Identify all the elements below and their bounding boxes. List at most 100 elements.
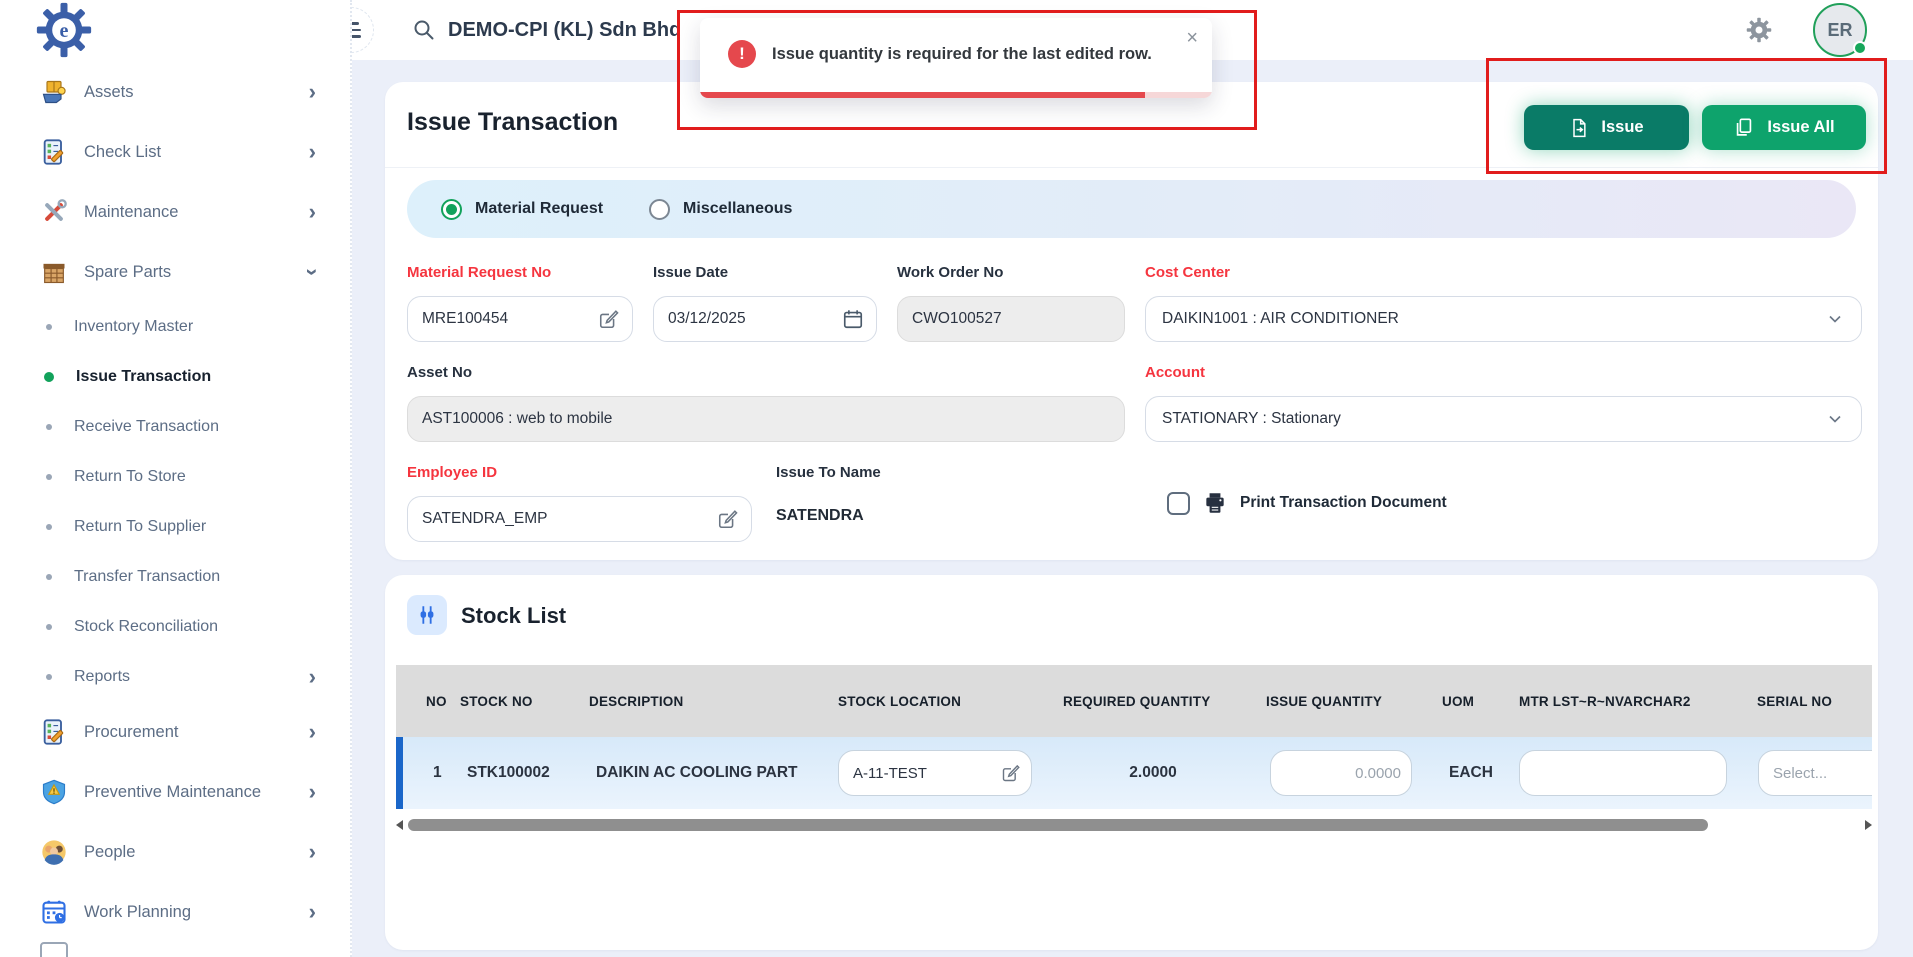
issue-all-copy-icon xyxy=(1733,117,1755,139)
sidebar-item-return-to-supplier[interactable]: Return To Supplier xyxy=(0,502,350,552)
mtr-lst-input[interactable] xyxy=(1534,765,1716,782)
employee-id-field xyxy=(407,496,752,542)
sidebar-item-inventory-master[interactable]: Inventory Master xyxy=(0,302,350,352)
app-root: e Assets › Check List › xyxy=(0,0,1913,957)
issue-date-input[interactable] xyxy=(668,310,836,328)
cost-center-select[interactable]: DAIKIN1001 : AIR CONDITIONER xyxy=(1145,296,1862,342)
radio-label: Miscellaneous xyxy=(683,200,792,218)
avatar-initials: ER xyxy=(1827,20,1852,41)
chevron-right-icon: › xyxy=(309,141,316,163)
scroll-right-arrow-icon[interactable] xyxy=(1865,820,1872,830)
spare-parts-icon xyxy=(38,256,70,288)
print-doc-checkbox[interactable] xyxy=(1167,492,1190,515)
employee-id-input[interactable] xyxy=(422,510,711,528)
edit-icon[interactable] xyxy=(598,308,620,330)
sidebar-item-assets[interactable]: Assets › xyxy=(0,62,350,122)
stock-location-input[interactable] xyxy=(853,765,1001,782)
serial-no-select-input[interactable] xyxy=(1773,765,1872,782)
stock-table-row[interactable]: 1 STK100002 DAIKIN AC COOLING PART 2.000… xyxy=(396,737,1872,809)
issue-date-field xyxy=(653,296,877,342)
material-request-no-input[interactable] xyxy=(422,310,592,328)
stock-table-header: NO STOCK NO DESCRIPTION STOCK LOCATION R… xyxy=(396,665,1872,737)
sidebar-item-return-to-store[interactable]: Return To Store xyxy=(0,452,350,502)
gear-logo-icon: e xyxy=(36,2,92,58)
material-request-no-field xyxy=(407,296,633,342)
sidebar: e Assets › Check List › xyxy=(0,0,352,957)
stock-list-card: Stock List NO STOCK NO DESCRIPTION STOCK… xyxy=(385,575,1878,950)
sidebar-item-check-list[interactable]: Check List › xyxy=(0,122,350,182)
procurement-icon xyxy=(38,716,70,748)
active-bullet-icon xyxy=(44,372,54,382)
issue-quantity-input[interactable] xyxy=(1285,765,1401,782)
chevron-down-icon xyxy=(1825,409,1845,429)
stock-location-field xyxy=(838,750,1032,796)
account-select[interactable]: STATIONARY : Stationary xyxy=(1145,396,1862,442)
sidebar-item-maintenance[interactable]: Maintenance › xyxy=(0,182,350,242)
serial-no-field xyxy=(1758,750,1872,796)
sidebar-item-spare-parts[interactable]: Spare Parts › xyxy=(0,242,350,302)
transaction-type-radio-group: Material Request Miscellaneous xyxy=(407,180,1856,238)
user-avatar[interactable]: ER xyxy=(1813,3,1867,57)
radio-miscellaneous[interactable]: Miscellaneous xyxy=(649,199,792,220)
sidebar-item-label: Inventory Master xyxy=(74,318,316,336)
col-required-quantity: REQUIRED QUANTITY xyxy=(1063,665,1210,737)
cell-stock-no: STK100002 xyxy=(467,737,550,809)
sidebar-item-label: Spare Parts xyxy=(84,263,309,282)
scrollbar-thumb[interactable] xyxy=(408,819,1708,831)
radio-label: Material Request xyxy=(475,200,603,218)
sidebar-item-label: Receive Transaction xyxy=(74,418,316,436)
col-issue-quantity: ISSUE QUANTITY xyxy=(1266,665,1382,737)
toast-progress-fill xyxy=(700,92,1145,98)
bullet-icon xyxy=(46,424,52,430)
sidebar-item-label: Reports xyxy=(74,668,309,686)
chevron-down-icon xyxy=(1825,309,1845,329)
issue-button-label: Issue xyxy=(1601,118,1643,137)
error-toast: ! Issue quantity is required for the las… xyxy=(700,18,1212,98)
work-order-no-label: Work Order No xyxy=(897,264,1003,281)
settings-gear-icon[interactable] xyxy=(1745,16,1773,44)
col-uom: UOM xyxy=(1442,665,1474,737)
issue-all-button[interactable]: Issue All xyxy=(1702,105,1866,150)
bullet-icon xyxy=(46,474,52,480)
sidebar-item-label: Transfer Transaction xyxy=(74,568,316,586)
account-value: STATIONARY : Stationary xyxy=(1162,410,1341,428)
sidebar-item-people[interactable]: People › xyxy=(0,822,350,882)
sidebar-item-stock-reconciliation[interactable]: Stock Reconciliation xyxy=(0,602,350,652)
sidebar-item-label: Return To Supplier xyxy=(74,518,316,536)
edit-icon[interactable] xyxy=(717,508,739,530)
chevron-right-icon: › xyxy=(309,201,316,223)
calendar-icon[interactable] xyxy=(842,308,864,330)
sidebar-item-reports[interactable]: Reports › xyxy=(0,652,350,702)
cell-no: 1 xyxy=(433,737,442,809)
sidebar-item-label: Preventive Maintenance xyxy=(84,783,309,802)
work-order-no-input xyxy=(912,310,1112,328)
issue-button[interactable]: Issue xyxy=(1524,105,1689,150)
chevron-right-icon: › xyxy=(309,721,316,743)
sidebar-item-label: Stock Reconciliation xyxy=(74,618,316,636)
online-status-dot xyxy=(1853,41,1867,55)
bullet-icon xyxy=(46,574,52,580)
account-label: Account xyxy=(1145,364,1205,381)
sidebar-item-receive-transaction[interactable]: Receive Transaction xyxy=(0,402,350,452)
sidebar-item-transfer-transaction[interactable]: Transfer Transaction xyxy=(0,552,350,602)
cell-description: DAIKIN AC COOLING PART xyxy=(596,737,798,809)
sidebar-item-issue-transaction[interactable]: Issue Transaction xyxy=(0,352,350,402)
chevron-right-icon: › xyxy=(309,781,316,803)
scroll-left-arrow-icon[interactable] xyxy=(396,820,403,830)
horizontal-scrollbar xyxy=(396,818,1872,832)
search-icon[interactable] xyxy=(412,18,436,42)
error-exclamation-icon: ! xyxy=(728,40,756,68)
toast-close-icon[interactable]: × xyxy=(1186,28,1198,48)
col-description: DESCRIPTION xyxy=(589,665,683,737)
sidebar-item-preventive-maintenance[interactable]: Preventive Maintenance › xyxy=(0,762,350,822)
sidebar-item-procurement[interactable]: Procurement › xyxy=(0,702,350,762)
toast-body: ! Issue quantity is required for the las… xyxy=(700,18,1212,90)
radio-material-request[interactable]: Material Request xyxy=(441,199,603,220)
col-stock-no: STOCK NO xyxy=(460,665,533,737)
app-logo[interactable]: e xyxy=(36,2,92,58)
edit-icon[interactable] xyxy=(1001,763,1021,783)
issue-transaction-card: Issue Transaction Issue Issue All Materi… xyxy=(385,82,1878,560)
sidebar-item-work-planning[interactable]: Work Planning › xyxy=(0,882,350,942)
toast-progress-track xyxy=(700,92,1212,98)
checklist-icon xyxy=(38,136,70,168)
